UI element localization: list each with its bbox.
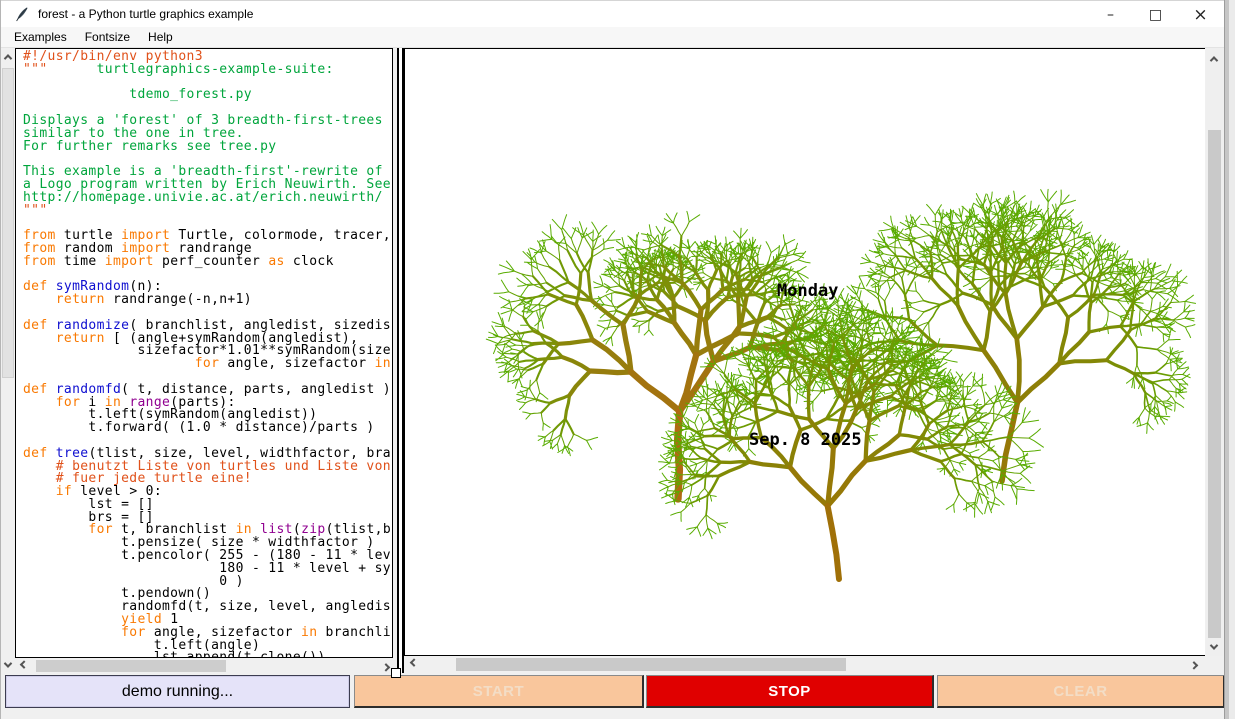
scrollbar-thumb[interactable] bbox=[2, 68, 14, 378]
code-vertical-scrollbar[interactable] bbox=[1, 48, 15, 673]
scroll-down-icon[interactable] bbox=[1, 658, 15, 672]
menu-fontsize[interactable]: Fontsize bbox=[76, 28, 139, 46]
menu-bar: Examples Fontsize Help bbox=[1, 27, 1235, 48]
menu-examples[interactable]: Examples bbox=[5, 28, 76, 46]
stop-button[interactable]: STOP bbox=[646, 675, 934, 708]
menu-help[interactable]: Help bbox=[139, 28, 182, 46]
canvas-weekday-label: Monday bbox=[777, 281, 838, 301]
close-button[interactable]: × bbox=[1178, 1, 1223, 28]
status-bar: demo running... START STOP CLEAR bbox=[1, 674, 1235, 710]
scroll-left-icon[interactable] bbox=[407, 657, 421, 671]
canvas-vertical-scrollbar[interactable] bbox=[1206, 48, 1223, 656]
clear-button[interactable]: CLEAR bbox=[937, 675, 1225, 708]
sash-handle[interactable] bbox=[391, 668, 401, 678]
python-feather-icon bbox=[14, 6, 30, 22]
scroll-right-icon[interactable] bbox=[1187, 657, 1201, 671]
scrollbar-thumb[interactable] bbox=[36, 660, 226, 672]
turtle-drawing bbox=[405, 49, 1205, 656]
pane-sash[interactable] bbox=[397, 48, 404, 673]
window-right-edge bbox=[1224, 0, 1235, 719]
scroll-up-icon[interactable] bbox=[1207, 52, 1221, 66]
minimize-button[interactable]: – bbox=[1088, 1, 1133, 28]
start-button[interactable]: START bbox=[354, 675, 644, 708]
maximize-button[interactable]: □ bbox=[1133, 1, 1178, 28]
scroll-down-icon[interactable] bbox=[1207, 640, 1221, 654]
code-text[interactable]: #!/usr/bin/env python3""" turtlegraphics… bbox=[15, 48, 393, 658]
scrollbar-thumb[interactable] bbox=[456, 658, 846, 671]
scroll-up-icon[interactable] bbox=[1, 50, 15, 64]
turtle-canvas: Monday Sep. 8 2025 bbox=[404, 48, 1205, 656]
canvas-date-label: Sep. 8 2025 bbox=[749, 430, 862, 450]
scrollbar-thumb[interactable] bbox=[1208, 130, 1221, 638]
main-area: #!/usr/bin/env python3""" turtlegraphics… bbox=[1, 48, 1235, 674]
title-bar: forest - a Python turtle graphics exampl… bbox=[1, 0, 1235, 27]
scroll-left-icon[interactable] bbox=[17, 659, 31, 673]
code-horizontal-scrollbar[interactable] bbox=[17, 659, 393, 673]
window-title: forest - a Python turtle graphics exampl… bbox=[38, 7, 253, 21]
canvas-horizontal-scrollbar[interactable] bbox=[405, 657, 1205, 672]
status-message: demo running... bbox=[5, 675, 350, 708]
window-bottom-edge bbox=[1, 710, 1235, 719]
